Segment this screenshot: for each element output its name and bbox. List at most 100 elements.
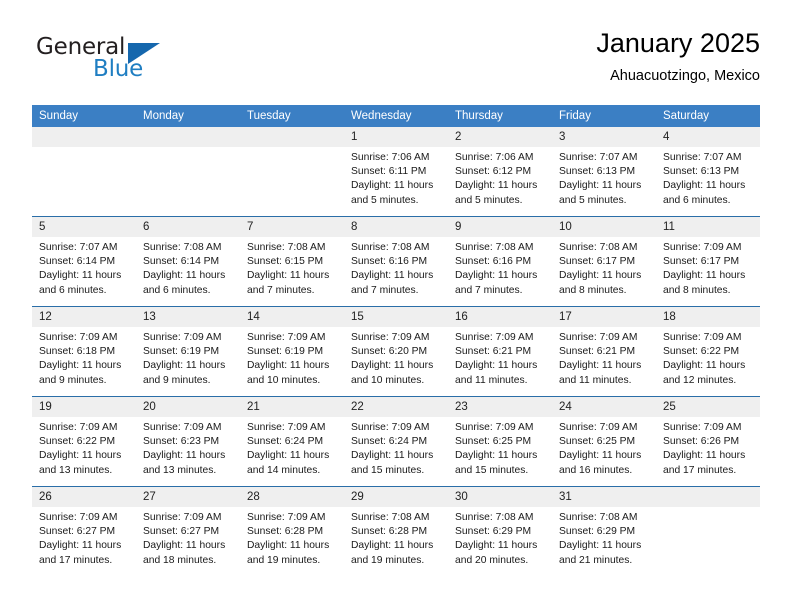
calendar-day-cell[interactable]: 31 Sunrise: 7:08 AM Sunset: 6:29 PM Dayligh… xyxy=(552,486,656,576)
calendar-day-cell[interactable]: 5 Sunrise: 7:07 AM Sunset: 6:14 PM Daylight… xyxy=(32,216,136,307)
calendar-day-cell[interactable]: 11 Sunrise: 7:09 AM Sunset: 6:17 PM Dayligh… xyxy=(656,216,760,307)
calendar-day-cell[interactable]: 29 Sunrise: 7:08 AM Sunset: 6:28 PM Dayligh… xyxy=(344,486,448,576)
calendar-cell-empty xyxy=(240,127,344,217)
calendar-day-cell[interactable]: 9 Sunrise: 7:08 AM Sunset: 6:16 PM Daylight… xyxy=(448,216,552,307)
calendar-day-cell[interactable]: 28 Sunrise: 7:09 AM Sunset: 6:28 PM Dayligh… xyxy=(240,486,344,576)
weekday-header-tuesday: Tuesday xyxy=(240,105,344,127)
daylight-text-line1: Daylight: 11 hours xyxy=(247,360,330,372)
daylight-text-line2: and 11 minutes. xyxy=(455,374,528,386)
sunrise-text: Sunrise: 7:09 AM xyxy=(143,512,222,523)
calendar-day-cell[interactable]: 6 Sunrise: 7:08 AM Sunset: 6:14 PM Daylight… xyxy=(136,216,240,307)
day-number: 7 xyxy=(240,217,344,237)
calendar-week-row: 12 Sunrise: 7:09 AM Sunset: 6:18 PM Dayligh… xyxy=(32,306,760,397)
sunset-text: Sunset: 6:13 PM xyxy=(559,166,636,178)
daylight-text-line2: and 9 minutes. xyxy=(143,374,211,386)
day-number: 30 xyxy=(448,487,552,507)
calendar-day-cell[interactable]: 15 Sunrise: 7:09 AM Sunset: 6:20 PM Dayligh… xyxy=(344,306,448,397)
calendar-day-cell[interactable]: 21 Sunrise: 7:09 AM Sunset: 6:24 PM Dayligh… xyxy=(240,396,344,487)
sunset-text: Sunset: 6:27 PM xyxy=(39,526,116,538)
calendar-day-cell[interactable]: 18 Sunrise: 7:09 AM Sunset: 6:22 PM Dayligh… xyxy=(656,306,760,397)
calendar-day-cell[interactable]: 22 Sunrise: 7:09 AM Sunset: 6:24 PM Dayligh… xyxy=(344,396,448,487)
daylight-text-line1: Daylight: 11 hours xyxy=(351,270,434,282)
calendar-day-cell[interactable]: 25 Sunrise: 7:09 AM Sunset: 6:26 PM Dayligh… xyxy=(656,396,760,487)
day-details: Sunrise: 7:06 AM Sunset: 6:11 PM Daylight:… xyxy=(344,147,448,208)
daylight-text-line2: and 21 minutes. xyxy=(559,554,633,566)
daylight-text-line2: and 7 minutes. xyxy=(247,284,315,296)
calendar-day-cell[interactable]: 14 Sunrise: 7:09 AM Sunset: 6:19 PM Dayligh… xyxy=(240,306,344,397)
sunset-text: Sunset: 6:17 PM xyxy=(663,256,740,268)
day-number: 14 xyxy=(240,307,344,327)
daylight-text-line2: and 8 minutes. xyxy=(559,284,627,296)
day-number: 28 xyxy=(240,487,344,507)
sunrise-text: Sunrise: 7:06 AM xyxy=(351,152,430,163)
sunrise-text: Sunrise: 7:08 AM xyxy=(455,242,534,253)
day-number: 8 xyxy=(344,217,448,237)
daylight-text-line1: Daylight: 11 hours xyxy=(143,540,226,552)
calendar-day-cell[interactable]: 1 Sunrise: 7:06 AM Sunset: 6:11 PM Daylight… xyxy=(344,127,448,217)
day-details: Sunrise: 7:09 AM Sunset: 6:25 PM Daylight:… xyxy=(448,417,552,478)
daylight-text-line2: and 5 minutes. xyxy=(455,194,523,206)
daylight-text-line1: Daylight: 11 hours xyxy=(351,540,434,552)
daylight-text-line2: and 19 minutes. xyxy=(247,554,321,566)
sunrise-text: Sunrise: 7:09 AM xyxy=(559,332,638,343)
sunset-text: Sunset: 6:16 PM xyxy=(455,256,532,268)
sunset-text: Sunset: 6:27 PM xyxy=(143,526,220,538)
day-number: 31 xyxy=(552,487,656,507)
sunset-text: Sunset: 6:25 PM xyxy=(455,436,532,448)
calendar-page: General Blue January 2025 Ahuacuotzingo,… xyxy=(0,0,792,612)
calendar-day-cell[interactable]: 20 Sunrise: 7:09 AM Sunset: 6:23 PM Dayligh… xyxy=(136,396,240,487)
day-details: Sunrise: 7:09 AM Sunset: 6:23 PM Daylight:… xyxy=(136,417,240,478)
day-number: 25 xyxy=(656,397,760,417)
calendar-day-cell[interactable]: 26 Sunrise: 7:09 AM Sunset: 6:27 PM Dayligh… xyxy=(32,486,136,576)
daylight-text-line2: and 7 minutes. xyxy=(351,284,419,296)
sunset-text: Sunset: 6:20 PM xyxy=(351,346,428,358)
sunrise-text: Sunrise: 7:09 AM xyxy=(663,242,742,253)
day-details: Sunrise: 7:09 AM Sunset: 6:24 PM Daylight:… xyxy=(240,417,344,478)
daylight-text-line2: and 9 minutes. xyxy=(39,374,107,386)
calendar-day-cell[interactable]: 2 Sunrise: 7:06 AM Sunset: 6:12 PM Daylight… xyxy=(448,127,552,217)
calendar-day-cell[interactable]: 7 Sunrise: 7:08 AM Sunset: 6:15 PM Daylight… xyxy=(240,216,344,307)
day-details: Sunrise: 7:08 AM Sunset: 6:29 PM Daylight:… xyxy=(448,507,552,568)
daylight-text-line2: and 6 minutes. xyxy=(143,284,211,296)
sunrise-text: Sunrise: 7:09 AM xyxy=(455,332,534,343)
day-details: Sunrise: 7:07 AM Sunset: 6:13 PM Daylight:… xyxy=(656,147,760,208)
calendar-day-cell[interactable]: 27 Sunrise: 7:09 AM Sunset: 6:27 PM Dayligh… xyxy=(136,486,240,576)
day-details: Sunrise: 7:08 AM Sunset: 6:15 PM Daylight:… xyxy=(240,237,344,298)
calendar-day-cell[interactable]: 12 Sunrise: 7:09 AM Sunset: 6:18 PM Dayligh… xyxy=(32,306,136,397)
daylight-text-line1: Daylight: 11 hours xyxy=(39,270,122,282)
day-number xyxy=(240,127,344,147)
daylight-text-line1: Daylight: 11 hours xyxy=(351,360,434,372)
general-blue-logo[interactable]: General Blue xyxy=(36,34,236,90)
day-details: Sunrise: 7:08 AM Sunset: 6:14 PM Daylight:… xyxy=(136,237,240,298)
day-number: 26 xyxy=(32,487,136,507)
calendar-day-cell[interactable]: 8 Sunrise: 7:08 AM Sunset: 6:16 PM Daylight… xyxy=(344,216,448,307)
day-details: Sunrise: 7:09 AM Sunset: 6:19 PM Daylight:… xyxy=(240,327,344,388)
daylight-text-line2: and 11 minutes. xyxy=(559,374,632,386)
daylight-text-line2: and 13 minutes. xyxy=(39,464,113,476)
calendar-day-cell[interactable]: 13 Sunrise: 7:09 AM Sunset: 6:19 PM Dayligh… xyxy=(136,306,240,397)
daylight-text-line1: Daylight: 11 hours xyxy=(455,180,538,192)
sunrise-text: Sunrise: 7:08 AM xyxy=(455,512,534,523)
calendar-day-cell[interactable]: 10 Sunrise: 7:08 AM Sunset: 6:17 PM Dayligh… xyxy=(552,216,656,307)
calendar-day-cell[interactable]: 17 Sunrise: 7:09 AM Sunset: 6:21 PM Dayligh… xyxy=(552,306,656,397)
sunrise-text: Sunrise: 7:09 AM xyxy=(39,422,118,433)
calendar-day-cell[interactable]: 19 Sunrise: 7:09 AM Sunset: 6:22 PM Dayligh… xyxy=(32,396,136,487)
day-number: 3 xyxy=(552,127,656,147)
sunrise-text: Sunrise: 7:09 AM xyxy=(39,332,118,343)
title-block: January 2025 Ahuacuotzingo, Mexico xyxy=(596,26,760,86)
daylight-text-line1: Daylight: 11 hours xyxy=(351,180,434,192)
day-number: 12 xyxy=(32,307,136,327)
day-details: Sunrise: 7:09 AM Sunset: 6:22 PM Daylight:… xyxy=(32,417,136,478)
calendar-day-cell[interactable]: 23 Sunrise: 7:09 AM Sunset: 6:25 PM Dayligh… xyxy=(448,396,552,487)
calendar-day-cell[interactable]: 30 Sunrise: 7:08 AM Sunset: 6:29 PM Dayligh… xyxy=(448,486,552,576)
day-number: 24 xyxy=(552,397,656,417)
sunset-text: Sunset: 6:28 PM xyxy=(247,526,324,538)
daylight-text-line1: Daylight: 11 hours xyxy=(663,180,746,192)
calendar-day-cell[interactable]: 16 Sunrise: 7:09 AM Sunset: 6:21 PM Dayligh… xyxy=(448,306,552,397)
daylight-text-line2: and 15 minutes. xyxy=(455,464,529,476)
calendar-week-row: 19 Sunrise: 7:09 AM Sunset: 6:22 PM Dayligh… xyxy=(32,396,760,487)
calendar-day-cell[interactable]: 3 Sunrise: 7:07 AM Sunset: 6:13 PM Daylight… xyxy=(552,127,656,217)
sunset-text: Sunset: 6:18 PM xyxy=(39,346,116,358)
calendar-day-cell[interactable]: 4 Sunrise: 7:07 AM Sunset: 6:13 PM Daylight… xyxy=(656,127,760,217)
calendar-day-cell[interactable]: 24 Sunrise: 7:09 AM Sunset: 6:25 PM Dayligh… xyxy=(552,396,656,487)
